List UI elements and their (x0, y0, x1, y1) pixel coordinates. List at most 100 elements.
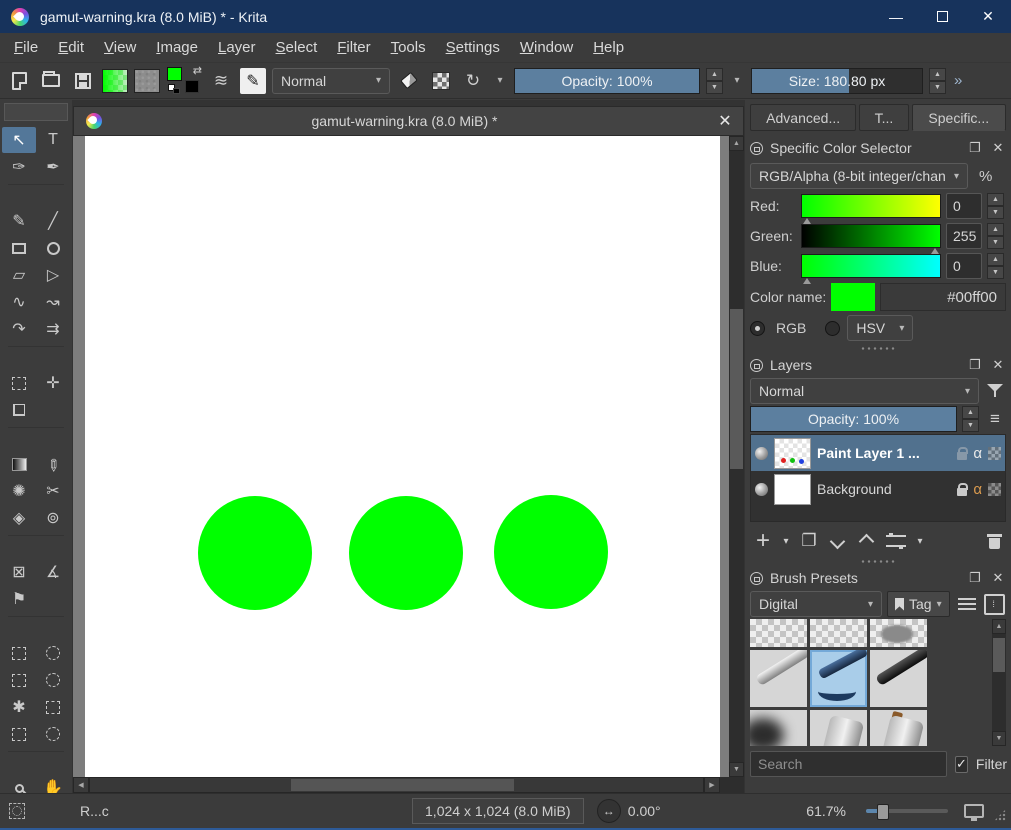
opacity-slider[interactable]: Opacity: 100% (514, 68, 700, 94)
edit-shapes-tool[interactable]: ✑ (2, 154, 36, 180)
spin-down-icon[interactable]: ▼ (987, 266, 1004, 279)
filter-in-tag-checkbox[interactable]: ✓ (955, 756, 968, 773)
close-docker-icon[interactable]: ✕ (990, 140, 1006, 156)
selection-mode-icon[interactable] (9, 803, 25, 819)
vertical-scrollbar[interactable]: ▲ ▼ (729, 136, 744, 777)
line-tool[interactable]: ╱ (36, 208, 70, 234)
save-button[interactable] (70, 68, 96, 94)
tab-touch-docker[interactable]: T... (859, 104, 908, 131)
polyline-tool[interactable]: ▷ (36, 262, 70, 288)
blue-channel-slider[interactable] (801, 254, 941, 278)
horizontal-scroll-thumb[interactable] (291, 779, 514, 791)
bezier-select-tool[interactable] (2, 721, 36, 747)
vertical-scroll-track[interactable] (729, 151, 744, 762)
horizontal-scroll-track[interactable] (89, 777, 704, 793)
tag-filter-dropdown[interactable]: Digital ▾ (750, 591, 882, 617)
canvas[interactable] (85, 136, 720, 777)
colorspace-dropdown[interactable]: RGB/Alpha (8-bit integer/chan ▾ (750, 163, 968, 189)
properties-dropdown-caret[interactable]: ▾ (912, 524, 928, 558)
layer-lock-icon[interactable] (957, 452, 967, 460)
horizontal-scrollbar[interactable]: ◀ ▶ (73, 777, 744, 793)
similar-color-select-tool[interactable] (36, 694, 70, 720)
scroll-up-icon[interactable]: ▲ (729, 136, 744, 151)
reload-preset-button[interactable]: ↻ (460, 68, 486, 94)
spin-up-icon[interactable]: ▲ (962, 406, 979, 419)
opacity-spinner[interactable]: ▲ ▼ (706, 68, 723, 94)
magic-wand-select-tool[interactable]: ✱ (2, 694, 36, 720)
canvas-rotation-dial-icon[interactable]: ↔ (597, 799, 621, 823)
brush-preset-marker-tip[interactable] (870, 710, 927, 746)
gradient-chooser[interactable] (102, 69, 128, 93)
tag-button[interactable]: Tag ▾ (887, 591, 950, 617)
assistants-tool[interactable]: ⊠ (2, 559, 36, 585)
layer-row-background[interactable]: Background α (751, 471, 1005, 507)
float-docker-icon[interactable]: ❐ (967, 140, 983, 156)
bezier-curve-tool[interactable]: ∿ (2, 289, 36, 315)
enclose-fill-tool[interactable]: ⊚ (36, 505, 70, 531)
polygon-tool[interactable]: ▱ (2, 262, 36, 288)
swap-colors-icon[interactable]: ⇄ (193, 64, 202, 77)
rectangular-select-tool[interactable] (2, 640, 36, 666)
menu-window[interactable]: Window (510, 35, 583, 60)
zoom-slider[interactable] (866, 809, 948, 813)
polygonal-select-tool[interactable] (2, 667, 36, 693)
spin-down-icon[interactable]: ▼ (987, 206, 1004, 219)
brush-preset-marker[interactable] (810, 710, 867, 746)
presets-menu-icon[interactable] (958, 598, 976, 610)
green-channel-slider[interactable] (801, 224, 941, 248)
open-document-button[interactable] (38, 68, 64, 94)
hex-color-field[interactable]: #00ff00 (880, 283, 1006, 311)
spin-up-icon[interactable]: ▲ (706, 68, 723, 81)
blue-spinner[interactable]: ▲ ▼ (987, 253, 1004, 279)
menu-tools[interactable]: Tools (381, 35, 436, 60)
layer-blending-mode-dropdown[interactable]: Normal ▾ (750, 378, 979, 404)
brush-preset-ink-pen[interactable] (750, 650, 807, 707)
delete-layer-button[interactable] (987, 534, 1002, 549)
docker-resize-handle[interactable] (750, 558, 1006, 565)
size-spinner[interactable]: ▲ ▼ (929, 68, 946, 94)
layer-opacity-slider[interactable]: Opacity: 100% (750, 406, 957, 432)
layer-filter-icon[interactable] (984, 380, 1006, 402)
layer-thumbnail[interactable] (774, 438, 811, 469)
toolbar-overflow-button[interactable]: » (954, 72, 962, 89)
red-spinner[interactable]: ▲ ▼ (987, 193, 1004, 219)
layer-lock-icon[interactable] (957, 488, 967, 496)
text-tool[interactable]: T (36, 127, 70, 153)
move-tool[interactable]: ✛ (36, 370, 70, 396)
elliptical-select-tool[interactable] (36, 640, 70, 666)
color-sampler-tool[interactable]: ✐ (36, 451, 70, 477)
menu-file[interactable]: File (4, 35, 48, 60)
add-layer-dropdown-caret[interactable]: ▾ (778, 524, 794, 558)
brush-size-slider[interactable]: Size: 180.80 px (751, 68, 923, 94)
presets-scroll-thumb[interactable] (993, 638, 1005, 672)
gradient-tool[interactable] (2, 451, 36, 477)
blending-mode-dropdown[interactable]: Normal ▾ (272, 68, 390, 94)
vertical-scroll-thumb[interactable] (730, 309, 743, 469)
presets-scroll-track[interactable] (992, 634, 1006, 731)
close-button[interactable]: ✕ (965, 0, 1011, 33)
resize-grip[interactable] (994, 809, 1006, 821)
alpha-lock-icon[interactable]: α (973, 481, 982, 498)
reload-dropdown-caret[interactable]: ▾ (492, 75, 508, 86)
spin-down-icon[interactable]: ▼ (962, 419, 979, 432)
slider-options-caret[interactable]: ▾ (729, 75, 745, 86)
spin-down-icon[interactable]: ▼ (987, 236, 1004, 249)
smart-patch-tool[interactable]: ✂ (36, 478, 70, 504)
percent-toggle-button[interactable]: % (979, 168, 992, 185)
layer-visibility-icon[interactable] (755, 483, 768, 496)
freehand-select-tool[interactable] (36, 667, 70, 693)
layer-name[interactable]: Paint Layer 1 ... (817, 445, 951, 461)
float-docker-icon[interactable]: ❐ (967, 570, 983, 586)
duplicate-layer-button[interactable]: ❐ (796, 524, 822, 558)
foreground-background-colors[interactable]: ⇄ (166, 67, 202, 94)
preset-search-input[interactable] (750, 751, 947, 777)
alpha-lock-icon[interactable]: α (973, 445, 982, 462)
foreground-color-swatch[interactable] (167, 67, 182, 81)
transform-tool[interactable] (2, 370, 36, 396)
fit-to-screen-icon[interactable] (964, 804, 984, 818)
menu-help[interactable]: Help (583, 35, 634, 60)
brush-preset-eraser-small[interactable] (810, 619, 867, 647)
calligraphy-tool[interactable]: ✒ (36, 154, 70, 180)
docker-resize-handle[interactable] (750, 345, 1006, 352)
tab-specific-color-selector[interactable]: Specific... (912, 104, 1006, 131)
